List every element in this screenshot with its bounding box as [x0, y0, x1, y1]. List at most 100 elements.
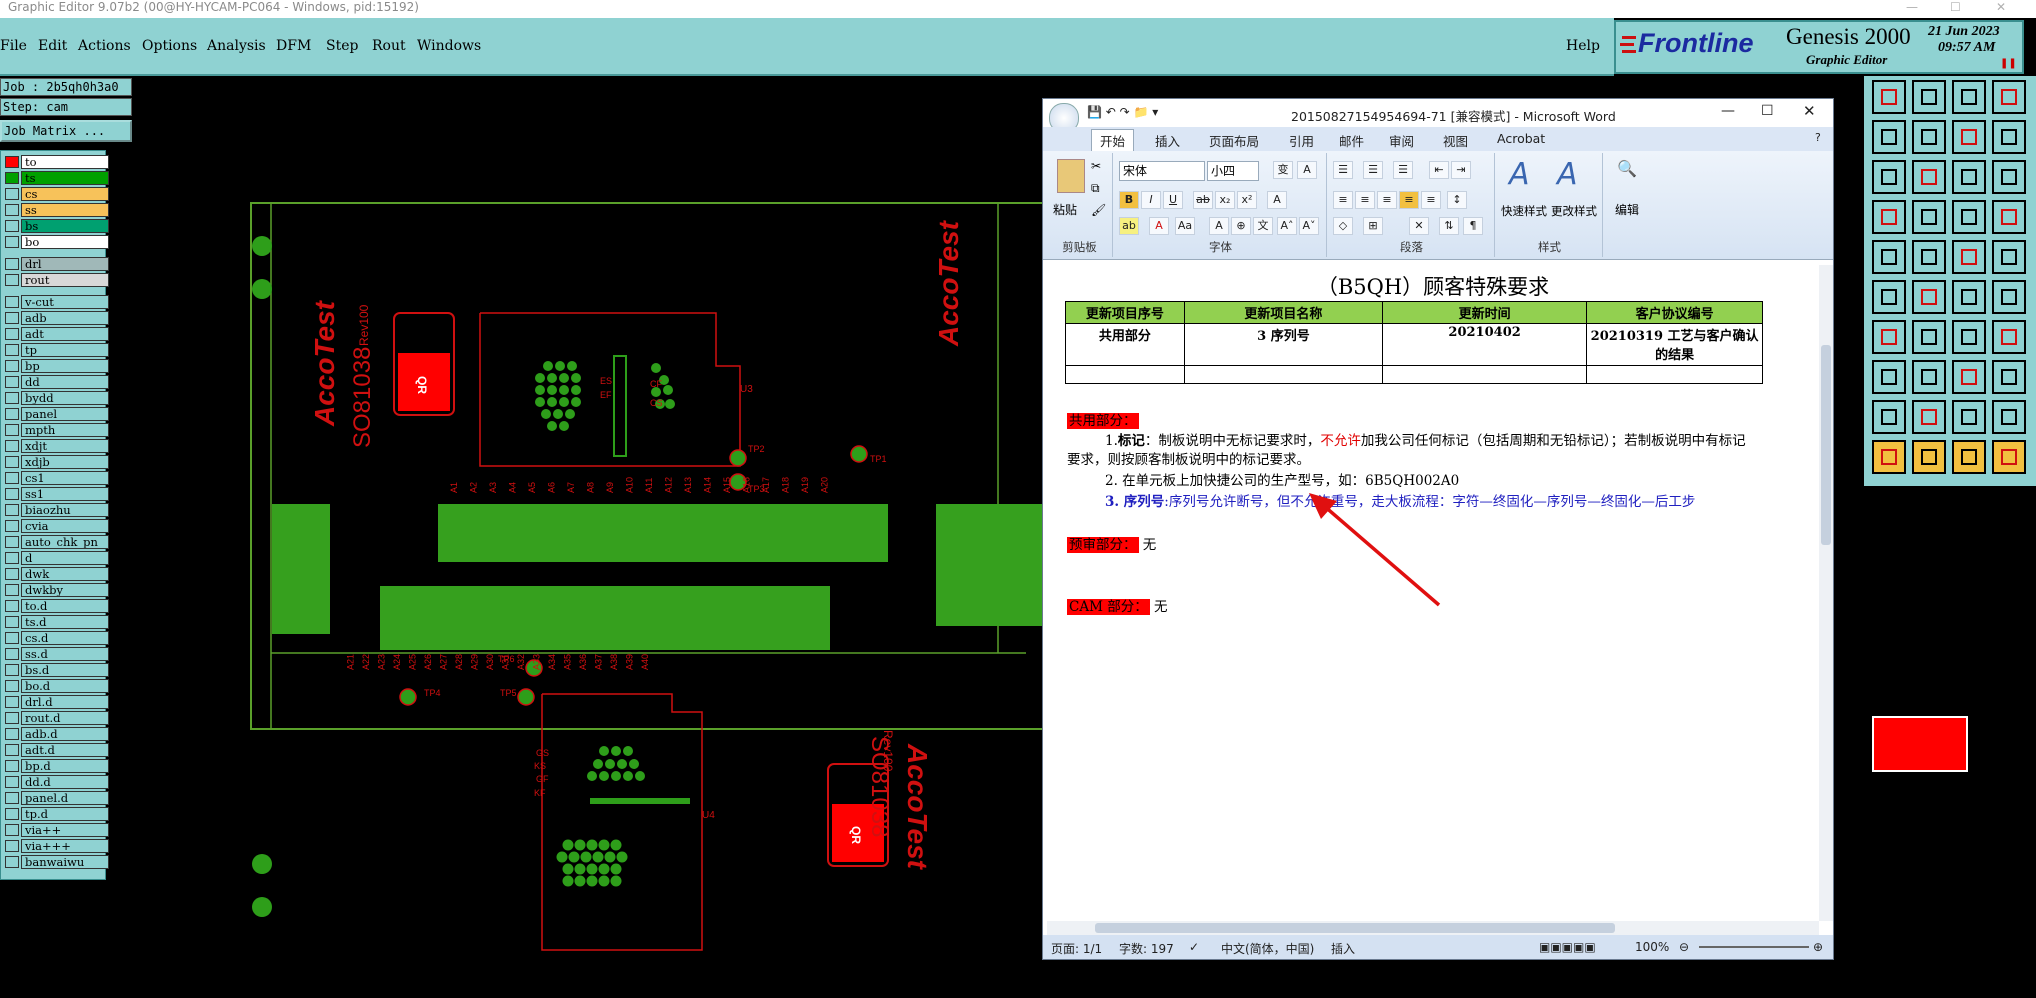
layer-name[interactable]: xdjt	[21, 439, 109, 453]
snap-tool-icon[interactable]	[1952, 200, 1986, 234]
numbering-icon[interactable]: ☰	[1363, 161, 1383, 179]
help-icon[interactable]: ?	[1815, 131, 1821, 144]
align-center-icon[interactable]: ≡	[1355, 191, 1375, 209]
menu-step[interactable]: Step	[326, 38, 358, 54]
menu-dfm[interactable]: DFM	[276, 38, 311, 54]
layer-name[interactable]: banwaiwu	[21, 855, 109, 869]
highlight-icon[interactable]: ab	[1119, 217, 1139, 235]
insert-mode[interactable]: 插入	[1331, 940, 1355, 957]
layer-row-bo[interactable]: bo	[5, 235, 109, 249]
layer-name[interactable]: bo.d	[21, 679, 109, 693]
layer-row-dwk[interactable]: dwk	[5, 567, 109, 581]
layer-row-tp[interactable]: tp	[5, 343, 109, 357]
triangle-c-icon[interactable]	[1992, 400, 2026, 434]
page-count[interactable]: 页面: 1/1	[1051, 940, 1102, 957]
menu-windows[interactable]: Windows	[417, 38, 481, 54]
layer-name[interactable]: dd.d	[21, 775, 109, 789]
quick-access-icons[interactable]: 💾 ↶ ↷ 📁 ▾	[1087, 105, 1158, 119]
resize-tool-icon[interactable]	[1952, 120, 1986, 154]
dot-tool-icon[interactable]	[1992, 240, 2026, 274]
tab-page-layout[interactable]: 页面布局	[1209, 131, 1259, 150]
pointer-tool-icon[interactable]	[1872, 440, 1906, 474]
word-maximize-icon[interactable]: ☐	[1761, 103, 1774, 119]
layer-row-mpth[interactable]: mpth	[5, 423, 109, 437]
close-icon[interactable]: ✕	[1996, 0, 2006, 15]
layer-row-via+++[interactable]: via+++	[5, 839, 109, 853]
cut-icon[interactable]: ✂	[1091, 159, 1101, 173]
menu-options[interactable]: Options	[142, 38, 197, 54]
subscript-icon[interactable]: x₂	[1215, 191, 1235, 209]
asian-layout-icon[interactable]: ✕	[1409, 217, 1429, 235]
menu-file[interactable]: File	[0, 38, 27, 54]
layer-affected-toggle[interactable]	[5, 840, 19, 852]
layer-affected-toggle[interactable]	[5, 584, 19, 596]
layer-affected-toggle[interactable]	[5, 760, 19, 772]
layer-row-panel.d[interactable]: panel.d	[5, 791, 109, 805]
layer-name[interactable]: ss1	[21, 487, 109, 501]
measure-tool-icon[interactable]	[1872, 200, 1906, 234]
pause-icon[interactable]: ❚❚	[2000, 58, 2017, 69]
scroll-thumb[interactable]	[1821, 345, 1831, 545]
layer-row-to[interactable]: to	[5, 155, 109, 169]
layer-row-dd[interactable]: dd	[5, 375, 109, 389]
layer-name[interactable]: dwk	[21, 567, 109, 581]
layer-name[interactable]: adt.d	[21, 743, 109, 757]
zoom-ratio-icon[interactable]	[1952, 160, 1986, 194]
menu-rout[interactable]: Rout	[372, 38, 406, 54]
change-case-icon[interactable]: 变	[1273, 161, 1293, 179]
copy-feature-icon[interactable]	[1872, 360, 1906, 394]
layer-name[interactable]: biaozhu	[21, 503, 109, 517]
increase-indent-icon[interactable]: ⇥	[1451, 161, 1471, 179]
scroll-thumb-h[interactable]	[1095, 923, 1615, 933]
layer-row-drl.d[interactable]: drl.d	[5, 695, 109, 709]
layer-row-bs[interactable]: bs	[5, 219, 109, 233]
paste-tool-icon[interactable]	[1912, 80, 1946, 114]
layer-affected-toggle[interactable]	[5, 440, 19, 452]
document-page[interactable]: （B5QH）顾客特殊要求 更新项目序号 更新项目名称 更新时间 客户协议编号 共…	[1047, 265, 1819, 921]
layer-name[interactable]: bp	[21, 359, 109, 373]
layer-affected-toggle[interactable]	[5, 824, 19, 836]
layer-affected-toggle[interactable]	[5, 344, 19, 356]
copy-tool-icon[interactable]	[1872, 80, 1906, 114]
layer-affected-toggle[interactable]	[5, 504, 19, 516]
bullets-icon[interactable]: ☰	[1333, 161, 1353, 179]
help-tool-icon[interactable]	[1992, 160, 2026, 194]
layer-row-ts[interactable]: ts	[5, 171, 109, 185]
layer-name[interactable]: via+++	[21, 839, 109, 853]
layer-affected-toggle[interactable]	[5, 600, 19, 612]
decrease-indent-icon[interactable]: ⇤	[1429, 161, 1449, 179]
layer-affected-toggle[interactable]	[5, 664, 19, 676]
layer-row-bp.d[interactable]: bp.d	[5, 759, 109, 773]
layer-row-ss.d[interactable]: ss.d	[5, 647, 109, 661]
layer-name[interactable]: cs.d	[21, 631, 109, 645]
layer-name[interactable]: via++	[21, 823, 109, 837]
cross-tool-icon[interactable]	[1912, 280, 1946, 314]
multilevel-icon[interactable]: ☰	[1393, 161, 1413, 179]
pointer-c-icon[interactable]	[1952, 440, 1986, 474]
layer-name[interactable]: dwkby	[21, 583, 109, 597]
layer-name[interactable]: ts	[21, 171, 109, 185]
layer-row-bydd[interactable]: bydd	[5, 391, 109, 405]
align-right-icon[interactable]: ≡	[1377, 191, 1397, 209]
font-name-select[interactable]: 宋体	[1119, 161, 1205, 181]
copy-icon[interactable]: ⧉	[1091, 181, 1100, 196]
layer-affected-toggle[interactable]	[5, 744, 19, 756]
layer-name[interactable]: panel.d	[21, 791, 109, 805]
layer-affected-toggle[interactable]	[5, 408, 19, 420]
find-icon[interactable]: 🔍	[1617, 159, 1637, 178]
move-feature-icon[interactable]	[1952, 360, 1986, 394]
pan-tool-icon[interactable]	[1912, 160, 1946, 194]
layer-row-xdjt[interactable]: xdjt	[5, 439, 109, 453]
menu-analysis[interactable]: Analysis	[207, 38, 266, 54]
bold-icon[interactable]: B	[1119, 191, 1139, 209]
layer-name[interactable]: drl	[21, 257, 109, 271]
line-spacing-icon[interactable]: ↕	[1447, 191, 1467, 209]
tab-home[interactable]: 开始	[1091, 129, 1135, 152]
layer-row-auto_chk_pn[interactable]: auto_chk_pn	[5, 535, 109, 549]
layer-affected-toggle[interactable]	[5, 472, 19, 484]
layer-affected-toggle[interactable]	[5, 728, 19, 740]
layer-name[interactable]: bs	[21, 219, 109, 233]
layer-row-banwaiwu[interactable]: banwaiwu	[5, 855, 109, 869]
layer-affected-toggle[interactable]	[5, 712, 19, 724]
rotate-feature-icon[interactable]	[1992, 360, 2026, 394]
